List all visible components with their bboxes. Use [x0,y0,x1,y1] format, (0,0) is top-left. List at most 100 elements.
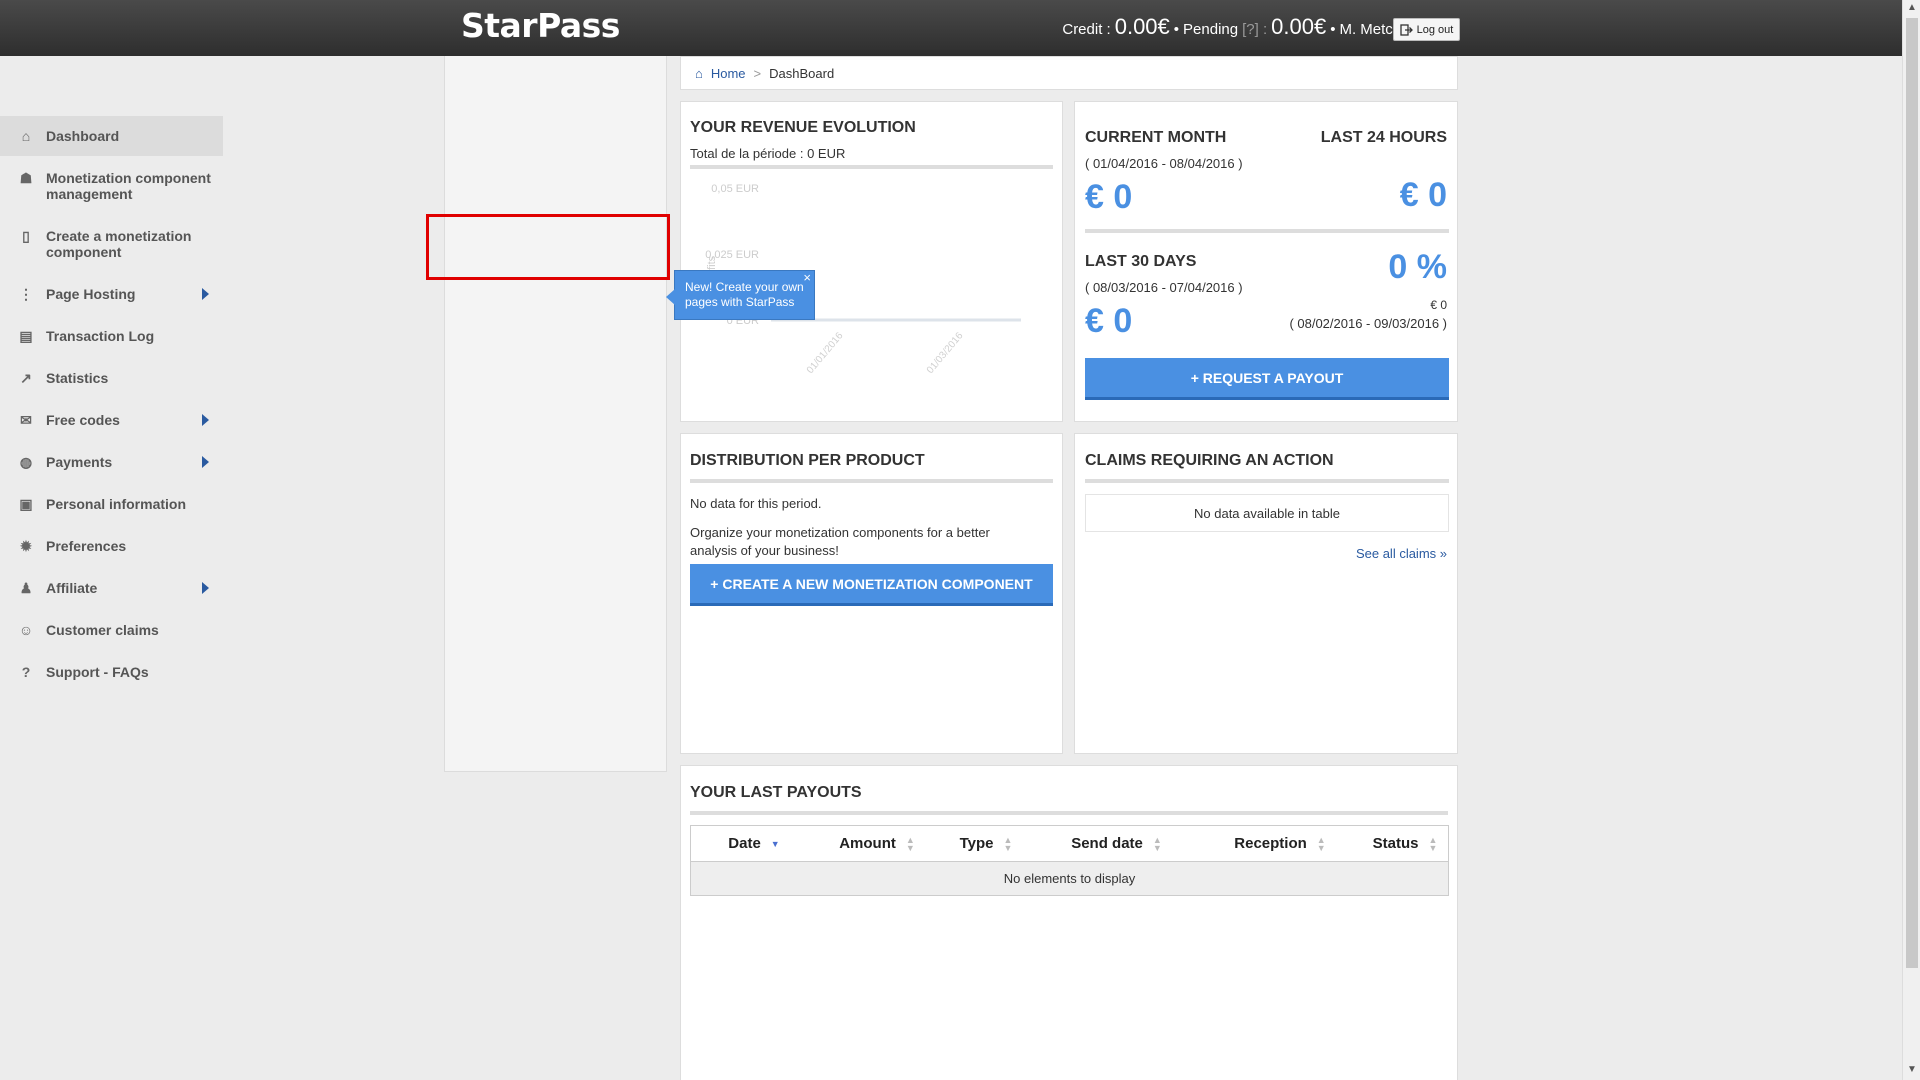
id-card-icon: ▣ [19,496,33,512]
expand-arrow-icon[interactable] [202,288,209,300]
divider [1085,229,1449,233]
divider [690,479,1053,483]
sidebar-item-label: Personal information [46,496,187,512]
sidebar-item-page-hosting[interactable]: ⋮ Page Hosting [0,286,223,303]
users-icon: ☺ [18,622,34,638]
scroll-up-icon[interactable]: ▲ [1907,2,1917,13]
column-header-send-date[interactable]: Send date ▲ ▼ [1035,825,1198,862]
sidebar-item-dashboard[interactable]: ⌂ Dashboard [0,116,223,156]
y-tick-label: 0,05 EUR [711,183,759,195]
sitemap-icon: ⋮ [19,286,33,302]
sidebar-item-label: Customer claims [46,622,159,638]
expand-arrow-icon[interactable] [202,414,209,426]
sidebar-item-statistics[interactable]: ↗ Statistics [0,370,223,387]
page-scrollbar[interactable]: ▲ ▼ [1902,0,1920,1080]
credit-value: 0.00€ [1114,14,1170,39]
percent-change: 0 % [1388,248,1447,286]
current-month-title: CURRENT MONTH [1085,129,1227,146]
revenue-subtitle: Total de la période : 0 EUR [690,146,846,161]
user-icon: ♟ [19,580,33,596]
claims-panel: CLAIMS REQUIRING AN ACTION No data avail… [1074,433,1458,754]
last-30-days-title: LAST 30 DAYS [1085,253,1197,270]
last-30-days-value: € 0 [1085,302,1133,340]
scroll-down-icon[interactable]: ▼ [1907,1064,1917,1075]
last-30-days-range: ( 08/03/2016 - 07/04/2016 ) [1085,280,1243,295]
scroll-thumb[interactable] [1906,18,1918,968]
previous-period-value: € 0 [1430,298,1447,312]
separator-dot: • [1330,21,1336,38]
divider [690,165,1053,169]
distribution-text: Organize your monetization components fo… [690,525,990,558]
sidebar-item-customer-claims[interactable]: ☺ Customer claims [0,622,223,638]
x-tick-label: 01/01/2016 [805,330,846,376]
home-icon[interactable]: ⌂ [695,66,703,81]
request-payout-button[interactable]: + REQUEST A PAYOUT [1085,358,1449,400]
close-icon[interactable]: × [803,270,811,285]
column-header-amount[interactable]: Amount ▲ ▼ [817,825,937,862]
sidebar-item-transaction-log[interactable]: ▤ Transaction Log [0,328,223,345]
chart-icon: ↗ [20,370,32,386]
sidebar-item-label: Create a monetization component [46,228,192,260]
gift-icon: ✉ [20,412,32,428]
payouts-table: Date ▼ Amount ▲ ▼ Type ▲ ▼ Send date ▲ ▼ Recept… [691,825,1448,896]
sort-icon: ▲ ▼ [1152,835,1162,854]
sidebar-item-monetization-management[interactable]: ☗ Monetization component management [0,170,223,202]
expand-arrow-icon[interactable] [202,582,209,594]
column-header-reception[interactable]: Reception ▲ ▼ [1198,825,1362,862]
pending-help-link[interactable]: [?] : [1242,21,1267,38]
sidebar-item-preferences[interactable]: ✹ Preferences [0,538,223,555]
payouts-empty-message: No elements to display [691,861,1448,896]
distribution-no-data: No data for this period. [690,496,822,511]
see-all-claims-link[interactable]: See all claims » [1356,546,1447,561]
divider [690,811,1448,815]
create-component-button[interactable]: + CREATE A NEW MONETIZATION COMPONENT [690,564,1053,606]
sidebar-item-payments[interactable]: ◍ Payments [0,454,223,471]
sidebar-item-label: Dashboard [46,128,120,144]
highlight-box [426,214,670,280]
breadcrumb-home-link[interactable]: Home [711,66,746,81]
sidebar-item-label: Statistics [46,370,109,386]
top-bar: StarPass Credit : 0.00€ • Pending [?] : … [0,0,1902,56]
breadcrumb-separator: > [753,65,762,81]
log-icon: ▤ [19,328,33,344]
sidebar-item-create-monetization[interactable]: ▯ Create a monetization component [0,228,223,260]
pending-label: Pending [1183,21,1239,38]
expand-arrow-icon[interactable] [202,456,209,468]
new-feature-tooltip[interactable]: New! Create your own pages with StarPass… [666,270,815,320]
column-header-date[interactable]: Date ▼ [691,825,817,862]
document-icon: ▯ [22,228,30,244]
distribution-panel: DISTRIBUTION PER PRODUCT No data for thi… [680,433,1063,754]
claims-empty-message: No data available in table [1085,494,1449,532]
column-header-status[interactable]: Status ▲ ▼ [1362,825,1448,862]
logout-label: Log out [1416,23,1454,36]
sidebar-item-affiliate[interactable]: ♟ Affiliate [0,580,223,597]
distribution-title: DISTRIBUTION PER PRODUCT [690,452,925,469]
x-tick-label: 01/03/2016 [925,330,966,376]
money-bag-icon: ◍ [19,454,33,470]
home-icon: ⌂ [21,128,31,144]
sidebar-item-support-faqs[interactable]: ? Support - FAQs [0,664,223,680]
column-header-type[interactable]: Type ▲ ▼ [937,825,1035,862]
breadcrumb-current: DashBoard [769,65,835,81]
sidebar-item-label: Page Hosting [46,286,136,302]
table-row: No elements to display [691,861,1448,896]
sidebar-item-label: Free codes [46,412,120,428]
sort-descending-icon: ▼ [770,839,780,850]
sort-icon: ▲ ▼ [1428,835,1438,854]
starpass-logo[interactable]: StarPass [461,6,620,45]
logout-button[interactable]: Log out [1393,18,1460,41]
revenue-title: YOUR REVENUE EVOLUTION [690,119,916,136]
sort-icon: ▲ ▼ [1316,835,1326,854]
separator-dot: • [1173,21,1180,38]
sidebar-item-label: Payments [46,454,113,470]
question-icon: ? [21,664,31,680]
sidebar-item-personal-information[interactable]: ▣ Personal information [0,496,223,513]
credit-label: Credit : [1062,21,1111,38]
claims-title: CLAIMS REQUIRING AN ACTION [1085,452,1334,469]
breadcrumb: ⌂ Home > DashBoard [680,56,1458,90]
payouts-title: YOUR LAST PAYOUTS [690,784,862,801]
sort-icon: ▲ ▼ [905,835,915,854]
sidebar-item-label: Monetization component management [46,170,211,202]
sidebar-item-free-codes[interactable]: ✉ Free codes [0,412,223,429]
sidebar [444,56,667,772]
